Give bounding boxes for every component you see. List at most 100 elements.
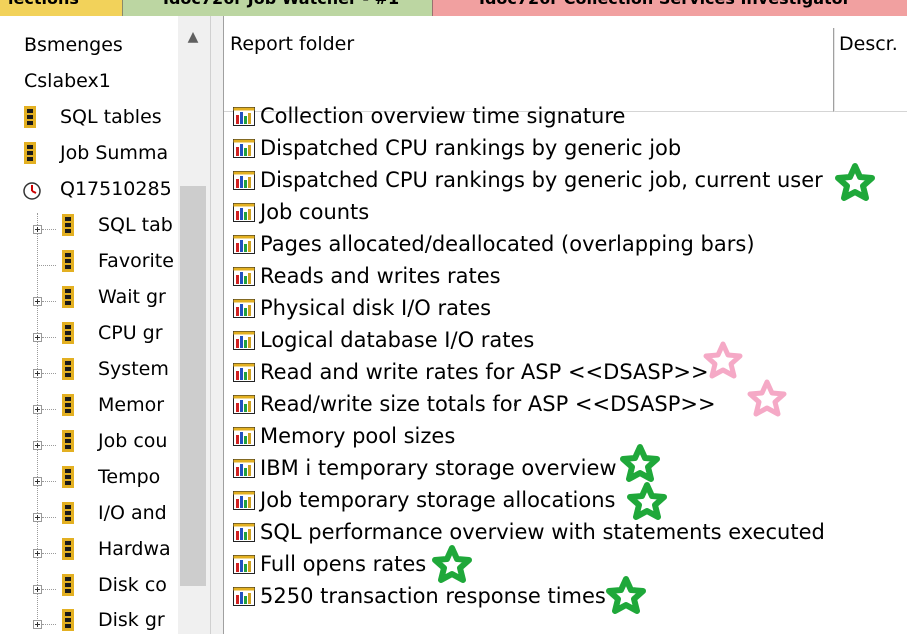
database-folder-icon <box>62 609 74 631</box>
tree-connector-line <box>42 624 56 625</box>
bar-chart-report-icon <box>233 267 255 286</box>
tab-collection-services-investigator[interactable]: Idoc726r Collection Services Investigato… <box>432 0 907 16</box>
database-folder-icon <box>24 106 36 128</box>
tree-connector-line <box>42 517 56 518</box>
database-folder-icon <box>62 394 74 416</box>
expand-toggle[interactable] <box>33 441 42 450</box>
bar-chart-report-icon <box>233 587 255 606</box>
tree-item-label: Bsmenges <box>24 34 123 56</box>
database-folder-icon <box>62 502 74 524</box>
tab-label: Idoc726r Collection Services Investigato… <box>479 0 851 8</box>
bar-chart-report-icon <box>233 139 255 158</box>
tree-connector-line <box>42 337 56 338</box>
tree-item-label: Tempo <box>98 466 161 488</box>
bar-chart-report-icon <box>233 203 255 222</box>
tree-scrollbar-thumb[interactable] <box>180 186 206 586</box>
annotation-dot <box>514 403 517 406</box>
tree-item-label: Disk gr <box>98 609 165 631</box>
bar-chart-report-icon <box>233 235 255 254</box>
tree-connector-line <box>37 265 56 266</box>
bar-chart-report-icon <box>233 395 255 414</box>
tree-item-label: Disk co <box>98 574 167 596</box>
database-folder-icon <box>62 538 74 560</box>
expand-toggle[interactable] <box>33 297 42 306</box>
expand-toggle[interactable] <box>33 405 42 414</box>
report-list-item-label: Collection overview time signature <box>260 104 626 128</box>
report-list-item-label: Read and write rates for ASP <<DSASP>> <box>260 360 709 384</box>
bar-chart-report-icon <box>233 491 255 510</box>
tab-job-watcher[interactable]: Idoc726r Job Watcher - #1 <box>122 0 432 16</box>
column-header-label: Report folder <box>230 33 355 55</box>
tree-connector-line <box>42 589 56 590</box>
window-tab-strip: lections Idoc726r Job Watcher - #1 Idoc7… <box>0 0 907 16</box>
expand-toggle[interactable] <box>33 477 42 486</box>
expand-toggle[interactable] <box>33 333 42 342</box>
report-list-item-label: Pages allocated/deallocated (overlapping… <box>260 232 755 256</box>
bar-chart-report-icon <box>233 331 255 350</box>
column-header-label: Descr. <box>839 33 898 55</box>
bar-chart-report-icon <box>233 459 255 478</box>
report-list-item-label: Dispatched CPU rankings by generic job <box>260 136 682 160</box>
tree-item-label: SQL tables <box>60 106 162 128</box>
report-list-item-label: Memory pool sizes <box>260 424 456 448</box>
tree-connector-line <box>42 409 56 410</box>
bar-chart-report-icon <box>233 363 255 382</box>
database-folder-icon <box>62 214 74 236</box>
tree-item-label: I/O and <box>98 502 167 524</box>
database-folder-icon <box>62 322 74 344</box>
tree-item-cslabex1[interactable]: Cslabex1 <box>24 66 111 96</box>
database-folder-icon <box>24 142 36 164</box>
expand-toggle[interactable] <box>33 225 42 234</box>
expand-toggle[interactable] <box>33 513 42 522</box>
report-list-item-label: Physical disk I/O rates <box>260 296 492 320</box>
tab-label: lections <box>8 0 79 8</box>
tree-connector-line <box>42 445 56 446</box>
report-list-item-label: Read/write size totals for ASP <<DSASP>> <box>260 392 716 416</box>
report-list-item-label: 5250 transaction response times <box>260 584 606 608</box>
report-list-item-label: Logical database I/O rates <box>260 328 535 352</box>
tree-connector-line <box>42 229 56 230</box>
report-list-item-label: Reads and writes rates <box>260 264 501 288</box>
expand-toggle[interactable] <box>33 549 42 558</box>
tab-collections[interactable]: lections <box>0 0 122 16</box>
bar-chart-report-icon <box>233 299 255 318</box>
tree-item-label: Q17510285 <box>60 178 172 200</box>
tree-connector-line <box>37 213 38 623</box>
tab-label: Idoc726r Job Watcher - #1 <box>163 0 399 8</box>
scroll-up-arrow-icon[interactable]: ▲ <box>182 26 204 48</box>
report-list-item-label: SQL performance overview with statements… <box>260 520 825 544</box>
database-folder-icon <box>62 574 74 596</box>
tree-item-label: Favorite <box>98 250 174 272</box>
pane-splitter[interactable] <box>210 16 224 634</box>
navigation-tree: Bsmenges Cslabex1 SQL tables Job Summa Q… <box>0 16 210 634</box>
tree-connector-line <box>42 301 56 302</box>
database-folder-icon <box>62 466 74 488</box>
bar-chart-report-icon <box>233 523 255 542</box>
report-list-item-label: IBM i temporary storage overview <box>260 456 617 480</box>
database-folder-icon <box>62 358 74 380</box>
database-folder-icon <box>62 286 74 308</box>
report-list-item-label: Full opens rates <box>260 552 427 576</box>
tree-item-bsmenges[interactable]: Bsmenges <box>24 30 123 60</box>
bar-chart-report-icon <box>233 171 255 190</box>
tree-connector-line <box>42 553 56 554</box>
column-header-description[interactable]: Descr. <box>834 28 907 112</box>
expand-toggle[interactable] <box>33 585 42 594</box>
expand-toggle[interactable] <box>33 369 42 378</box>
tree-item-label: Cslabex1 <box>24 70 111 92</box>
tree-item-label: System <box>98 358 169 380</box>
tree-connector-line <box>42 481 56 482</box>
tree-item-label: Wait gr <box>98 286 166 308</box>
bar-chart-report-icon <box>233 107 255 126</box>
tree-item-label: Job Summa <box>60 142 169 164</box>
database-folder-icon <box>62 250 74 272</box>
expand-toggle[interactable] <box>33 620 42 629</box>
report-list-pane: Report folder Descr. Collection overview… <box>224 16 907 634</box>
report-list-item-label: Dispatched CPU rankings by generic job, … <box>260 168 823 192</box>
report-list-item-label: Job temporary storage allocations <box>260 488 616 512</box>
tree-item-label: Hardwa <box>98 538 171 560</box>
tree-connector-line <box>42 373 56 374</box>
report-list-item-label: Job counts <box>260 200 370 224</box>
bar-chart-report-icon <box>233 427 255 446</box>
tree-item-label: SQL tab <box>98 214 173 236</box>
